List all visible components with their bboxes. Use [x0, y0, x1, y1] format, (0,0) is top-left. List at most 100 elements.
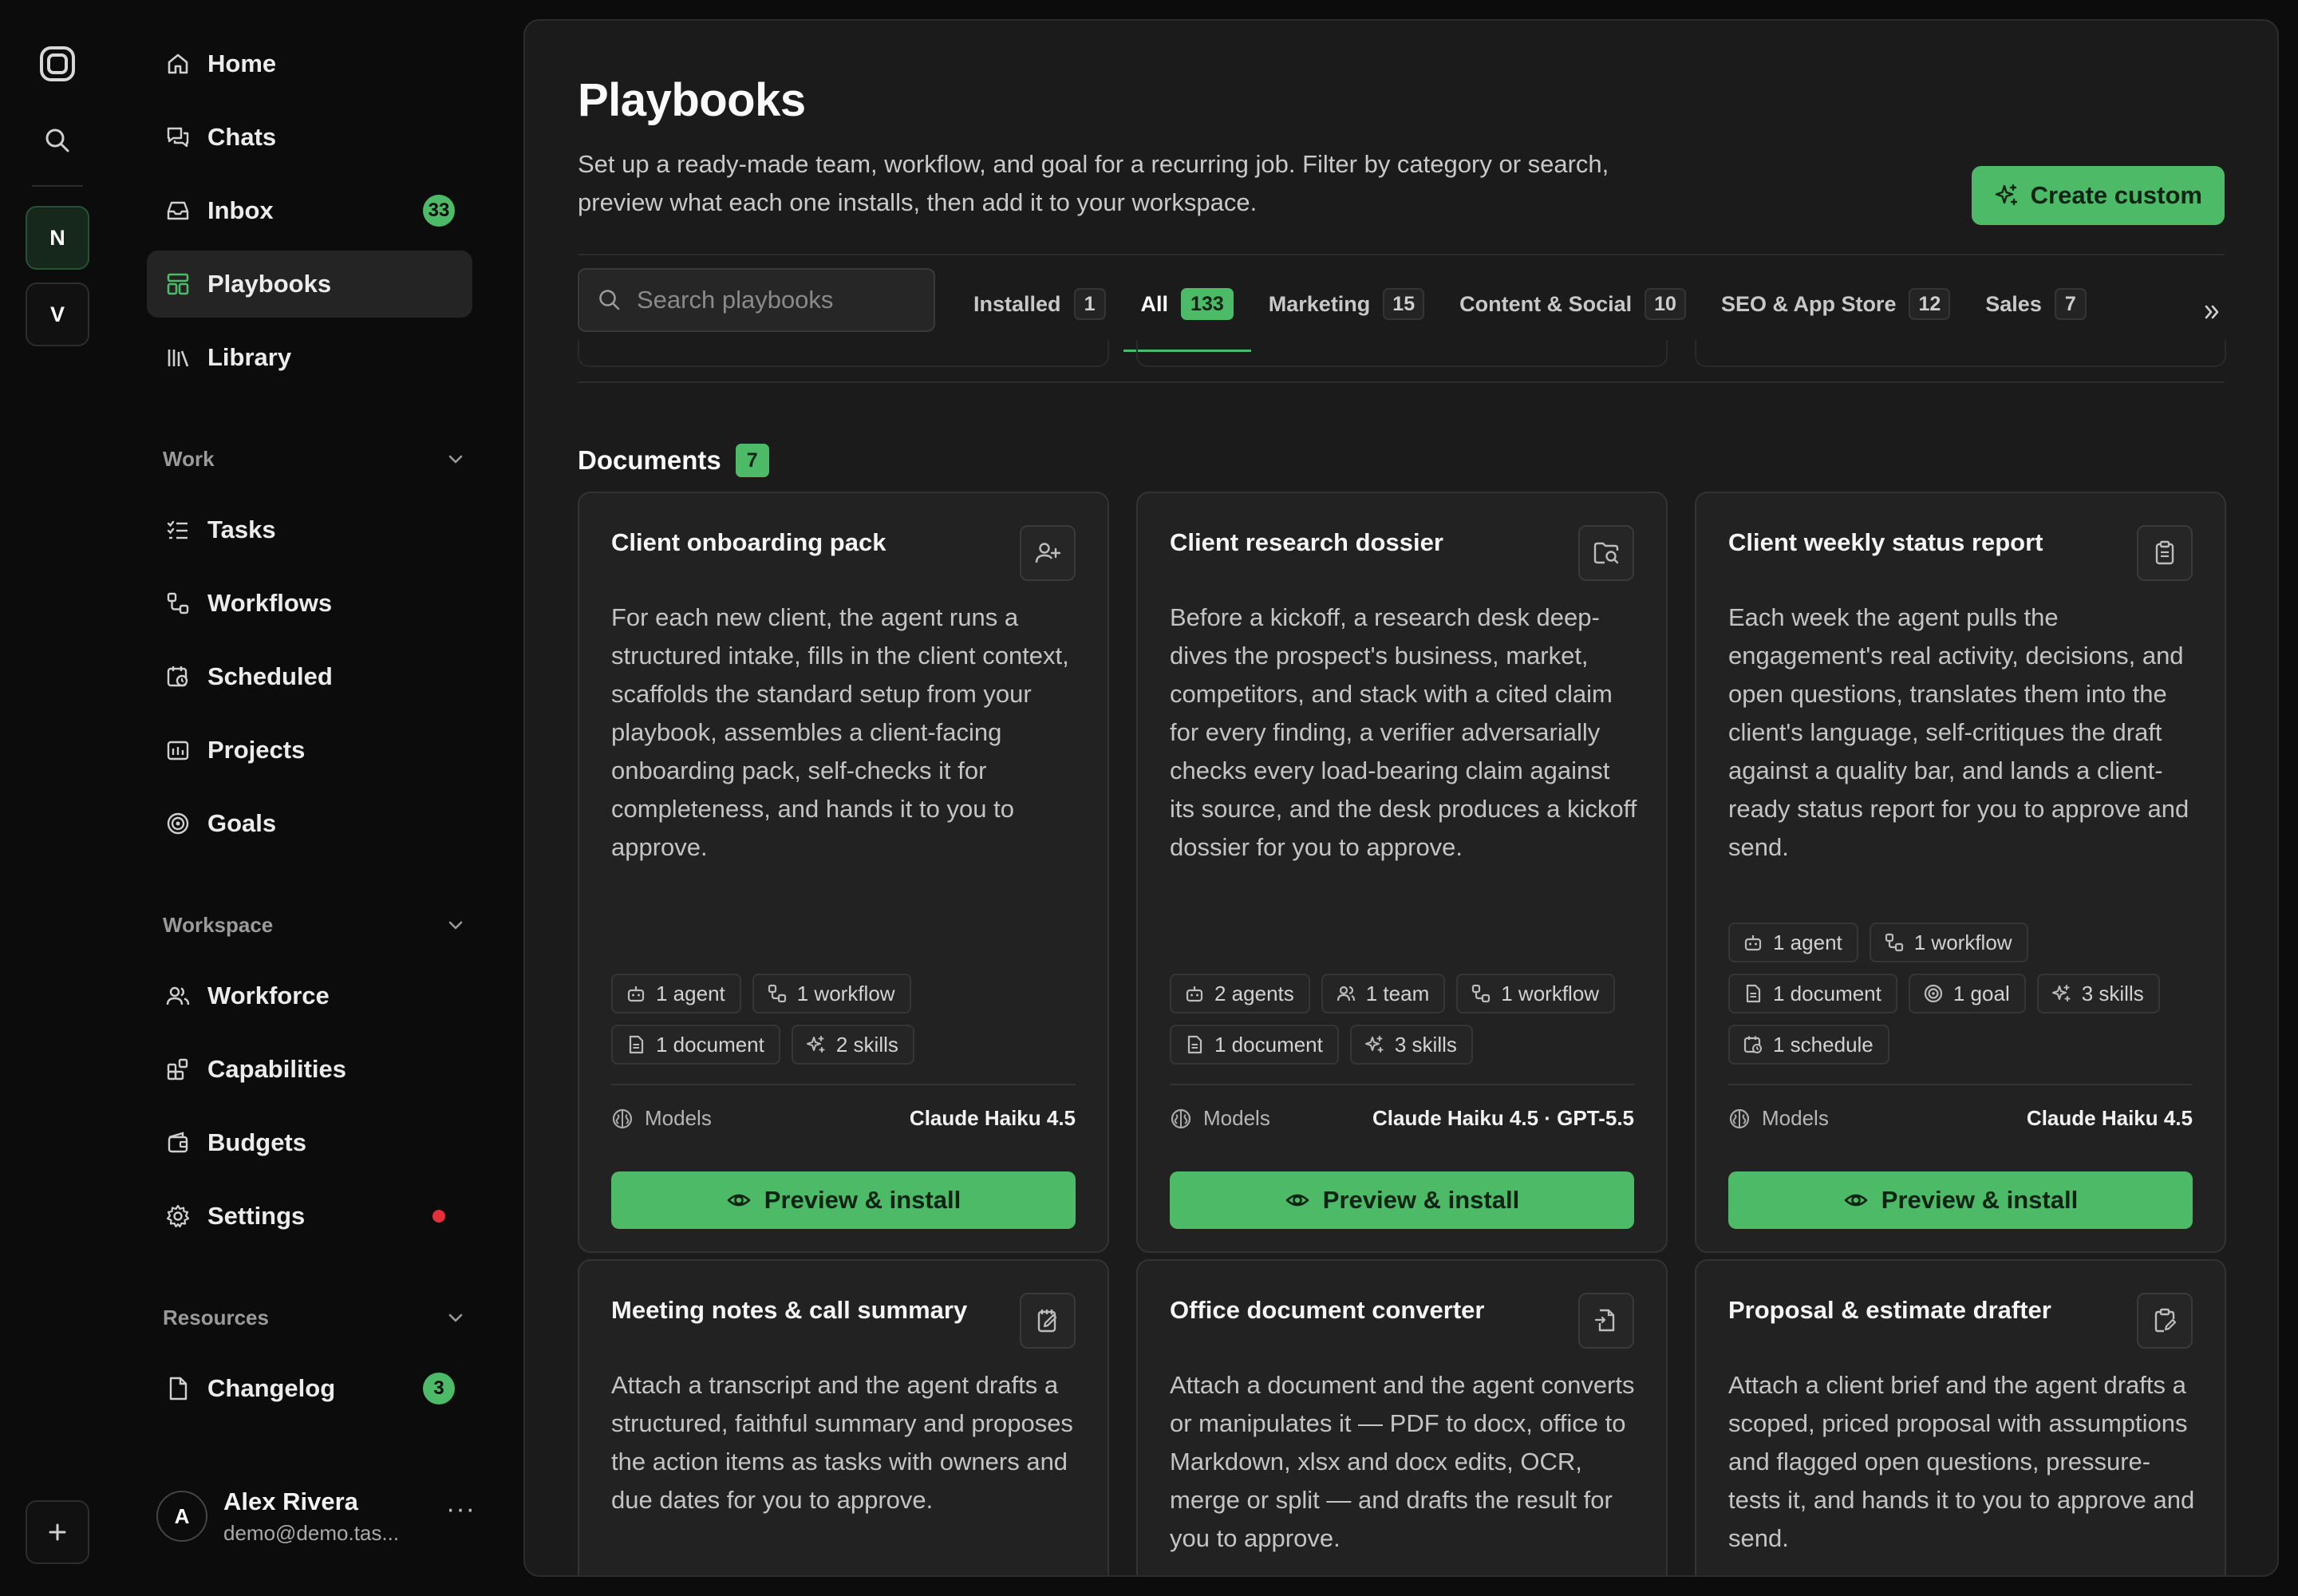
- sidebar-item-changelog[interactable]: Changelog 3: [147, 1355, 472, 1422]
- chip-teams: 1 team: [1321, 974, 1446, 1013]
- chip-documents: 1 document: [1728, 974, 1897, 1013]
- category-tabs: Installed 1 All 133 Marketing 15 Content & …: [956, 268, 2104, 352]
- brain-icon: [1728, 1108, 1751, 1130]
- models-value: Claude Haiku 4.5: [909, 1106, 1076, 1130]
- sidebar-item-workforce[interactable]: Workforce: [147, 962, 472, 1029]
- brain-icon: [1170, 1108, 1192, 1130]
- tab-label: Installed: [973, 291, 1061, 316]
- chip-skills: 3 skills: [2036, 974, 2160, 1013]
- sidebar-item-settings[interactable]: Settings: [147, 1183, 472, 1250]
- search-field[interactable]: [578, 268, 935, 332]
- more-options-icon[interactable]: ···: [446, 1494, 476, 1525]
- playbook-card[interactable]: Client weekly status report Each week th…: [1695, 492, 2226, 1253]
- workflow-icon: [1471, 983, 1491, 1004]
- plus-icon: [49, 1523, 66, 1541]
- chip-skills: 3 skills: [1349, 1025, 1473, 1065]
- tab-sales[interactable]: Sales 7: [1968, 271, 2104, 338]
- search-icon[interactable]: [43, 126, 72, 155]
- sidebar-item-tasks[interactable]: Tasks: [147, 496, 472, 563]
- tab-marketing[interactable]: Marketing 15: [1251, 271, 1442, 338]
- sidebar-item-inbox[interactable]: Inbox 33: [147, 177, 472, 244]
- tab-all[interactable]: All 133: [1123, 271, 1251, 352]
- calendar-clock-icon: [1743, 1034, 1763, 1055]
- playbook-card[interactable]: Meeting notes & call summary Attach a tr…: [578, 1259, 1109, 1575]
- tab-label: Content & Social: [1459, 291, 1633, 316]
- chat-icon: [164, 124, 192, 151]
- card-title: Client onboarding pack: [611, 528, 886, 556]
- card-title: Meeting notes & call summary: [611, 1296, 968, 1324]
- app-logo-icon[interactable]: [38, 45, 77, 83]
- settings-alert-dot: [432, 1210, 445, 1223]
- section-count-badge: 7: [735, 444, 769, 477]
- users-icon: [1336, 983, 1356, 1004]
- file-icon: [164, 1375, 192, 1402]
- section-header-work[interactable]: Work: [163, 439, 466, 479]
- eye-icon: [1285, 1187, 1310, 1213]
- tab-label: All: [1140, 291, 1169, 316]
- preview-install-button[interactable]: Preview & install: [611, 1171, 1076, 1229]
- avatar: A: [156, 1491, 207, 1542]
- document-icon: [1184, 1034, 1205, 1055]
- card-description: Before a kickoff, a research desk deep-d…: [1170, 603, 1637, 861]
- chip-label: 1 document: [1773, 981, 1881, 1005]
- sidebar-item-playbooks[interactable]: Playbooks: [147, 251, 472, 318]
- playbook-card[interactable]: Proposal & estimate drafter Attach a cli…: [1695, 1259, 2226, 1575]
- workspace-button-v[interactable]: V: [26, 282, 89, 346]
- chip-goals: 1 goal: [1908, 974, 2026, 1013]
- workspace-button-n[interactable]: N: [26, 206, 89, 270]
- card-models: Models Claude Haiku 4.5: [611, 1106, 1076, 1131]
- card-divider: [611, 1084, 1076, 1085]
- chip-label: 1 workflow: [796, 981, 895, 1005]
- preview-install-button[interactable]: Preview & install: [1728, 1171, 2193, 1229]
- tab-label: SEO & App Store: [1720, 291, 1897, 316]
- chip-documents: 1 document: [611, 1025, 780, 1065]
- sidebar-item-library[interactable]: Library: [147, 324, 472, 391]
- card-models: Models Claude Haiku 4.5: [1728, 1106, 2193, 1131]
- tab-count: 7: [2054, 288, 2087, 320]
- sidebar-item-home[interactable]: Home: [147, 30, 472, 97]
- sidebar-item-workflows[interactable]: Workflows: [147, 570, 472, 637]
- chip-skills: 2 skills: [791, 1025, 914, 1065]
- create-custom-button[interactable]: Create custom: [1971, 166, 2225, 225]
- sidebar-item-label: Goals: [207, 809, 277, 837]
- section-header-workspace[interactable]: Workspace: [163, 905, 466, 945]
- tab-content-social[interactable]: Content & Social 10: [1442, 271, 1704, 338]
- models-label: Models: [645, 1106, 712, 1130]
- tab-label: Marketing: [1268, 291, 1371, 316]
- models-label: Models: [1762, 1106, 1829, 1130]
- chevrons-right-icon[interactable]: [2201, 300, 2225, 328]
- card-description: Attach a document and the agent converts…: [1170, 1371, 1635, 1552]
- chevron-down-icon: [448, 921, 463, 930]
- calendar-clock-icon: [164, 663, 192, 690]
- chip-label: 1 goal: [1953, 981, 2010, 1005]
- card-title: Office document converter: [1170, 1296, 1485, 1324]
- sidebar-item-goals[interactable]: Goals: [147, 790, 472, 857]
- robot-icon: [1184, 983, 1205, 1004]
- sidebar-item-budgets[interactable]: Budgets: [147, 1109, 472, 1176]
- user-plus-icon: [1020, 525, 1076, 581]
- card-models: Models Claude Haiku 4.5 · GPT-5.5: [1170, 1106, 1634, 1131]
- preview-install-label: Preview & install: [764, 1186, 961, 1214]
- playbook-card[interactable]: Client research dossier Before a kickoff…: [1136, 492, 1668, 1253]
- sidebar-item-label: Changelog: [207, 1374, 336, 1402]
- card-edge: [578, 340, 1109, 367]
- sidebar-item-capabilities[interactable]: Capabilities: [147, 1036, 472, 1103]
- search-input[interactable]: [637, 286, 924, 314]
- tab-installed[interactable]: Installed 1: [956, 271, 1123, 338]
- preview-install-button[interactable]: Preview & install: [1170, 1171, 1634, 1229]
- playbook-card[interactable]: Office document converter Attach a docum…: [1136, 1259, 1668, 1575]
- sidebar-item-scheduled[interactable]: Scheduled: [147, 643, 472, 710]
- sidebar-item-projects[interactable]: Projects: [147, 717, 472, 784]
- sidebar-item-label: Settings: [207, 1202, 306, 1230]
- section-title: Documents: [578, 445, 721, 475]
- sidebar-item-chats[interactable]: Chats: [147, 104, 472, 171]
- section-header-resources[interactable]: Resources: [163, 1298, 466, 1337]
- user-email: demo@demo.tas...: [223, 1520, 400, 1545]
- user-profile[interactable]: A Alex Rivera demo@demo.tas... ···: [156, 1476, 476, 1556]
- chip-agents: 2 agents: [1170, 974, 1310, 1013]
- tab-seo-app-store[interactable]: SEO & App Store 12: [1704, 271, 1968, 338]
- playbook-card[interactable]: Client onboarding pack For each new clie…: [578, 492, 1109, 1253]
- changelog-count-badge: 3: [423, 1373, 455, 1404]
- add-workspace-button[interactable]: [26, 1500, 89, 1564]
- card-title: Proposal & estimate drafter: [1728, 1296, 2051, 1324]
